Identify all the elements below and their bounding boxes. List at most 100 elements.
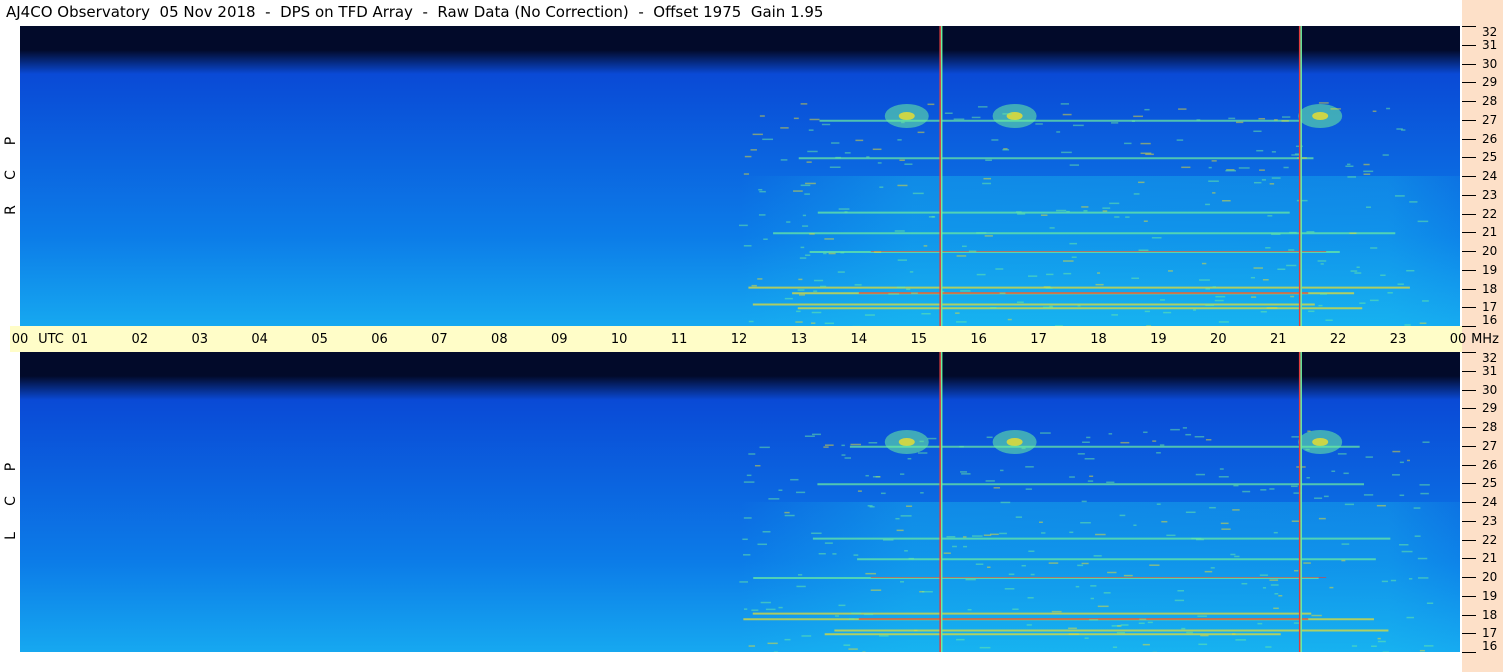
lcp-speckle — [1120, 624, 1129, 626]
rcp-speckle — [1259, 169, 1265, 171]
freq-axis-unit: MHz — [1471, 332, 1499, 347]
lcp-freq-tick — [1462, 502, 1476, 503]
rcp-freq-tick — [1462, 326, 1476, 327]
lcp-speckle — [838, 604, 846, 607]
rcp-freq-label: 23 — [1482, 187, 1498, 202]
lcp-speckle — [1152, 440, 1157, 442]
lcp-speckle — [1270, 584, 1279, 586]
rcp-freq-label: 28 — [1482, 94, 1498, 108]
lcp-speckle — [1186, 631, 1193, 634]
rcp-speckle — [786, 221, 791, 223]
rcp-speckle — [977, 106, 988, 108]
lcp-streak-8 — [849, 445, 1360, 448]
rcp-speckle — [1192, 309, 1197, 311]
lcp-speckle — [907, 457, 912, 460]
lcp-speckle — [1133, 524, 1137, 527]
rcp-speckle — [744, 155, 752, 158]
lcp-speckle — [743, 517, 752, 519]
rcp-speckle — [1114, 216, 1120, 218]
rcp-speckle — [1208, 166, 1212, 169]
lcp-speckle — [906, 505, 913, 507]
lcp-speckle — [960, 471, 968, 473]
lcp-freq-label: 30 — [1482, 382, 1498, 397]
rcp-speckle — [1386, 107, 1391, 110]
rcp-frequency-axis: 32 31 30 29 28 27 26 25 24 23 22 21 20 19 18 17 16 — [1460, 25, 1503, 327]
lcp-speckle — [757, 543, 767, 546]
lcp-speckle — [1021, 564, 1026, 567]
rcp-speckle — [758, 214, 766, 216]
lcp-speckle — [1363, 494, 1374, 496]
time-axis-label: 00 — [11, 332, 29, 347]
rcp-speckle — [1228, 117, 1236, 120]
rcp-speckle — [1283, 166, 1289, 169]
chart-title: AJ4CO Observatory 05 Nov 2018 - DPS on T… — [6, 3, 824, 21]
rcp-freq-label: 16 — [1482, 313, 1498, 327]
lcp-speckle — [1230, 553, 1236, 556]
rcp-speckle — [1214, 299, 1224, 302]
rcp-speckle — [1163, 311, 1172, 314]
rcp-speckle — [985, 159, 992, 162]
rcp-speckle — [821, 123, 831, 126]
rcp-freq-tick — [1462, 26, 1476, 27]
lcp-speckle — [868, 442, 878, 444]
rcp-freq-label: 25 — [1482, 150, 1498, 165]
rcp-speckle — [780, 127, 789, 129]
rcp-speckle — [844, 152, 851, 154]
time-axis-label: 21 — [1269, 332, 1287, 347]
time-axis-label: 18 — [1090, 332, 1107, 347]
rcp-speckle — [1265, 247, 1271, 249]
lcp-speckle — [1068, 627, 1077, 630]
lcp-freq-label: 19 — [1482, 588, 1498, 603]
rcp-speckle — [1397, 283, 1404, 285]
lcp-speckle — [1106, 481, 1115, 484]
lcp-speckle — [1120, 441, 1130, 444]
lcp-speckle — [1399, 543, 1409, 546]
lcp-streak-6 — [812, 537, 1391, 540]
lcp-freq-tick — [1462, 483, 1476, 485]
lcp-speckle — [1040, 432, 1051, 434]
rcp-speckle — [1097, 272, 1101, 274]
lcp-speckle — [1220, 522, 1229, 525]
lcp-speckle — [959, 445, 964, 448]
time-axis-label: 10 — [610, 332, 628, 347]
lcp-speckle — [784, 638, 791, 641]
rcp-speckle — [1143, 220, 1148, 222]
lcp-speckle — [1081, 562, 1089, 565]
lcp-speckle — [946, 535, 956, 538]
rcp-speckle — [743, 173, 750, 175]
rcp-speckle — [923, 245, 928, 247]
time-axis-label: 16 — [970, 332, 987, 347]
lcp-freq-label: 18 — [1482, 607, 1498, 622]
rcp-speckle — [1253, 181, 1262, 184]
lcp-speckle — [993, 487, 1001, 489]
rcp-freq-label: 21 — [1482, 225, 1498, 240]
rcp-speckle — [1286, 264, 1297, 267]
lcp-speckle — [1086, 436, 1091, 439]
lcp-speckle — [1004, 588, 1015, 590]
lcp-speckle — [1116, 631, 1126, 634]
time-axis-label: 12 — [730, 332, 748, 347]
lcp-freq-tick — [1462, 577, 1476, 578]
rcp-speckle — [840, 251, 845, 254]
rcp-speckle — [1002, 149, 1010, 151]
rcp-speckle — [813, 290, 818, 292]
rcp-speckle — [1261, 179, 1266, 181]
lcp-speckle — [908, 557, 914, 560]
rcp-speckle — [1260, 310, 1267, 313]
rcp-speckle — [1387, 292, 1393, 294]
rcp-spectrogram-image — [20, 26, 1460, 326]
rcp-speckle — [904, 163, 913, 165]
lcp-speckle — [1185, 511, 1196, 514]
rcp-speckle — [899, 159, 905, 162]
rcp-speckle — [1345, 165, 1354, 168]
rcp-speckle — [806, 161, 812, 163]
lcp-speckle — [1218, 476, 1229, 478]
rcp-speckle — [894, 230, 905, 232]
lcp-speckle — [1259, 574, 1268, 576]
lcp-speckle — [1147, 621, 1153, 624]
lcp-speckle — [1123, 574, 1133, 577]
rcp-speckle — [1288, 249, 1295, 251]
rcp-speckle — [1199, 279, 1210, 281]
rcp-speckle — [917, 131, 925, 134]
rcp-speckle — [1347, 176, 1357, 178]
